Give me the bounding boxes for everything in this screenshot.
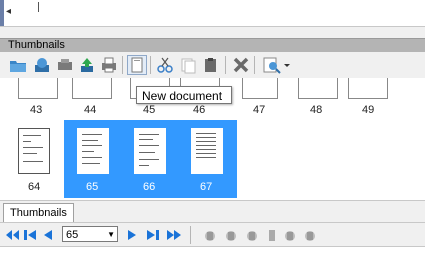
- toolbar-separator: [122, 56, 123, 74]
- thumbnail-43-page[interactable]: [18, 78, 58, 99]
- next-page-icon[interactable]: [124, 226, 140, 244]
- toolbar-separator: [254, 56, 255, 74]
- previous-page-icon[interactable]: [40, 226, 56, 244]
- rewind-icon[interactable]: [4, 226, 20, 244]
- toolbar-separator: [190, 226, 191, 244]
- paste-icon[interactable]: [201, 55, 221, 75]
- delete-icon[interactable]: [231, 55, 251, 75]
- thumbnail-48-page[interactable]: [298, 78, 338, 99]
- thumbnail-44-page[interactable]: [72, 78, 112, 99]
- thumbnail-label: 49: [362, 104, 375, 116]
- first-page-icon[interactable]: [22, 226, 38, 244]
- thumbnail-49-page[interactable]: [348, 78, 388, 99]
- thumbnail-67-page[interactable]: [191, 128, 223, 174]
- page-number-value: 65: [66, 229, 79, 241]
- printer-gray-icon[interactable]: [55, 55, 75, 75]
- scroll-left-arrow-icon[interactable]: ◂: [6, 6, 18, 20]
- thumbnail-64-page[interactable]: [18, 128, 50, 174]
- zoom-icon[interactable]: [262, 55, 282, 75]
- toolbar-separator: [225, 56, 226, 74]
- last-page-icon[interactable]: [145, 226, 161, 244]
- new-document-icon[interactable]: [127, 55, 147, 75]
- page-navigation-bar: 65 ▼: [0, 222, 425, 247]
- rotate-left-icon[interactable]: [202, 226, 218, 244]
- thumbnail-label: 45: [143, 104, 156, 116]
- top-scroll-area: ◂: [0, 0, 425, 27]
- thumbnail-label: 64: [28, 181, 41, 193]
- copy-icon[interactable]: [178, 55, 198, 75]
- scan-icon[interactable]: [32, 55, 52, 75]
- rotate-180-icon[interactable]: [282, 226, 298, 244]
- mirror-icon[interactable]: [302, 226, 318, 244]
- new-document-tooltip: New document: [136, 86, 232, 104]
- tab-thumbnails[interactable]: Thumbnails: [3, 203, 74, 222]
- thumbnail-label: 65: [86, 181, 99, 193]
- rotate-right-icon[interactable]: [223, 226, 239, 244]
- text-caret: [38, 2, 39, 12]
- toolbar-separator: [150, 56, 151, 74]
- thumbnail-47-page[interactable]: [242, 78, 278, 99]
- thumbnail-65-page[interactable]: [77, 128, 109, 174]
- thumbnail-label: 46: [193, 104, 206, 116]
- open-folder-icon[interactable]: [8, 55, 28, 75]
- chevron-down-icon: ▼: [107, 230, 115, 239]
- thumbnails-panel-header: Thumbnails: [0, 38, 425, 52]
- panel-title: Thumbnails: [8, 39, 65, 51]
- panel-tab-bar: Thumbnails: [0, 200, 425, 223]
- thumbnail-label: 44: [84, 104, 97, 116]
- upload-icon[interactable]: [77, 55, 97, 75]
- thumbnail-label: 43: [30, 104, 43, 116]
- window-edge: [0, 0, 4, 26]
- thumbnail-label: 48: [310, 104, 323, 116]
- thumbnail-66-page[interactable]: [134, 128, 166, 174]
- thumbnail-label: 66: [143, 181, 156, 193]
- thumbnails-toolbar: [0, 52, 425, 78]
- print-icon[interactable]: [99, 55, 119, 75]
- thumbnail-label: 67: [200, 181, 213, 193]
- thumbnail-label: 47: [253, 104, 266, 116]
- cut-icon[interactable]: [155, 55, 175, 75]
- page-number-select[interactable]: 65 ▼: [62, 226, 118, 242]
- crop-icon[interactable]: [264, 226, 280, 244]
- fast-forward-icon[interactable]: [166, 226, 182, 244]
- flip-icon[interactable]: [244, 226, 260, 244]
- chevron-down-icon[interactable]: [282, 55, 292, 75]
